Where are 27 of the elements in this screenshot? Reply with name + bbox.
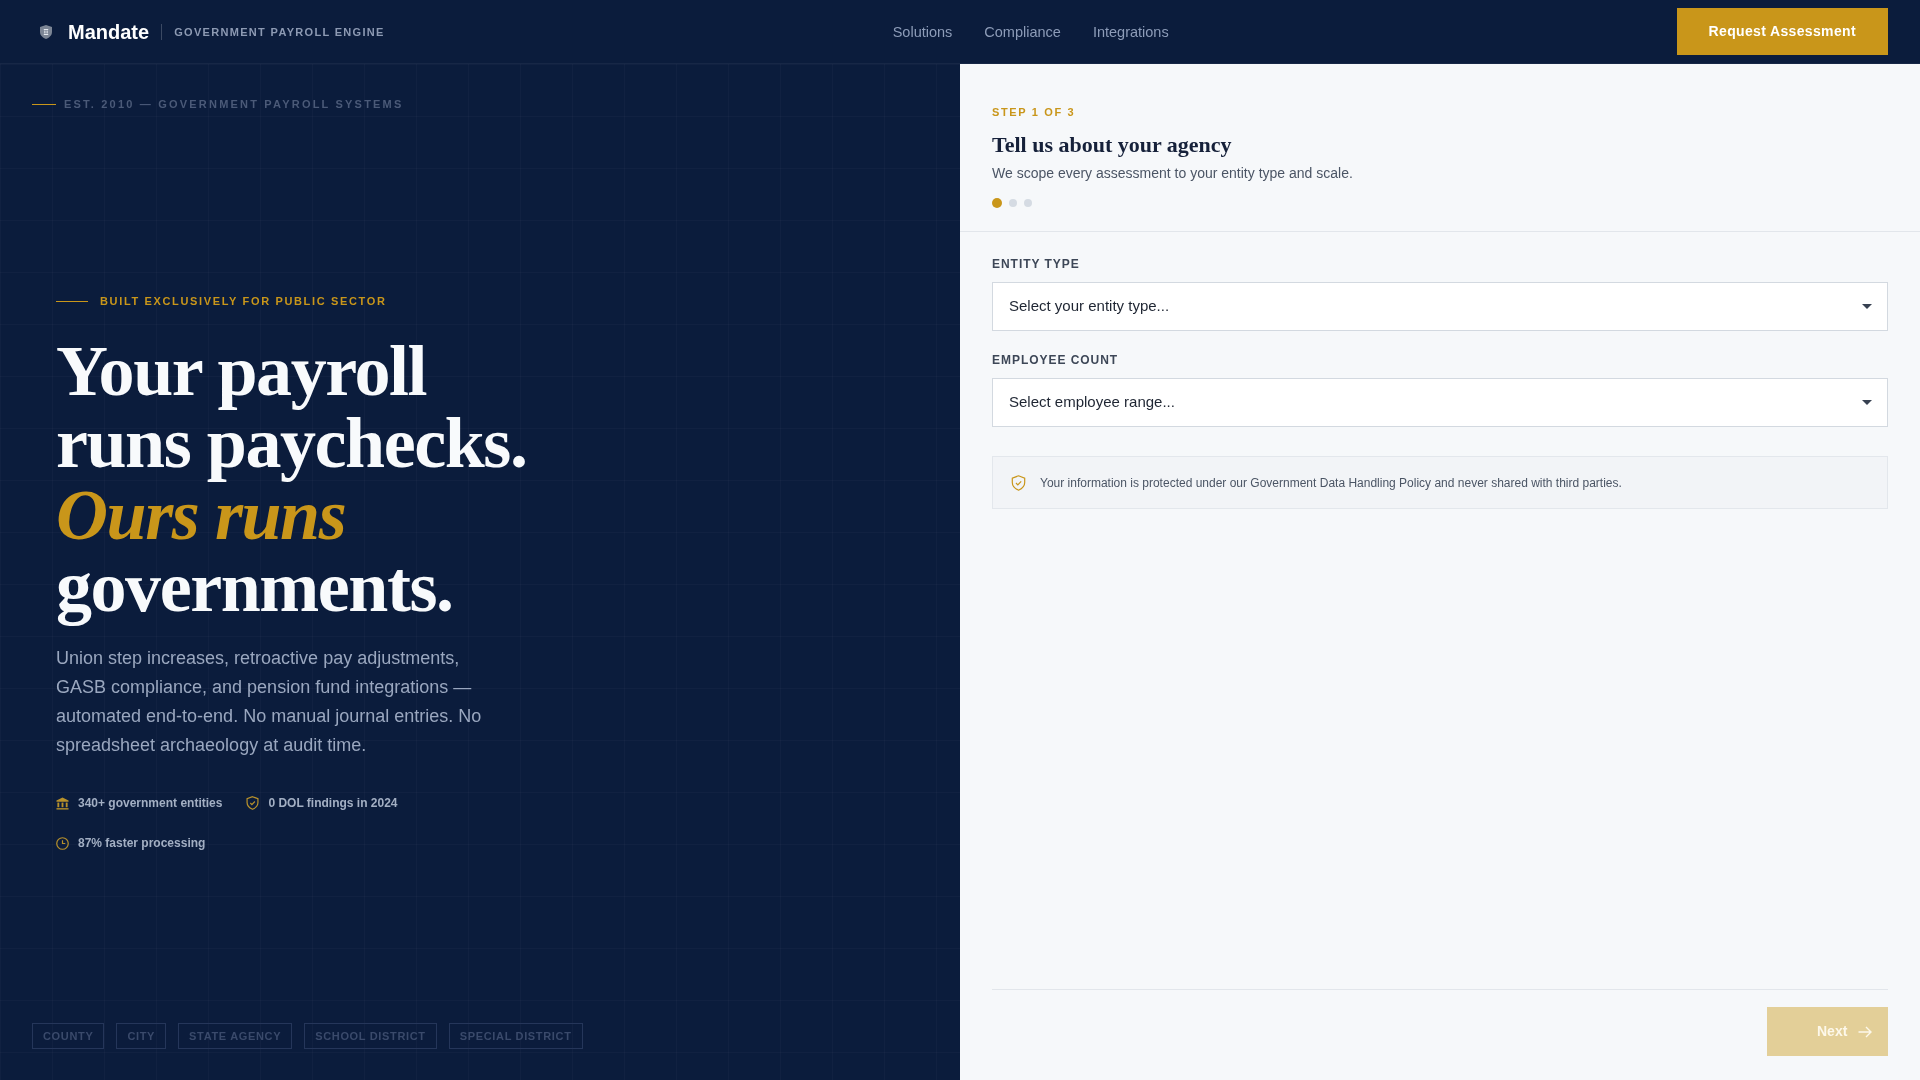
notice-text: Your information is protected under our Government Data Handling Policy and never shared with third parties.: [1040, 474, 1622, 491]
nav-link[interactable]: Integrations: [1092, 21, 1169, 42]
field-label: ENTITY TYPE: [992, 256, 1080, 272]
brand-name: Mandate: [68, 19, 150, 45]
stat-text: 0 DOL findings in 2024: [268, 795, 398, 811]
field-label: EMPLOYEE COUNT: [992, 352, 1119, 368]
hero-description: Union step increases, retroactive pay adjustments, GASB compliance, and pension fund integrations — automated end-to-end. No manual journal entries. No spreadsheet archaeology at audit time.: [56, 647, 483, 757]
clock-icon: [56, 836, 69, 850]
stat-text: 340+ government entities: [78, 795, 223, 811]
select-field[interactable]: Select your entity type...: [992, 282, 1888, 331]
form-subtitle: We scope every assessment to your entity type and scale.: [992, 164, 1353, 183]
nav-link[interactable]: Solutions: [892, 21, 953, 42]
form-title: Tell us about your agency: [992, 131, 1232, 159]
arrow-right-icon: [1858, 1025, 1873, 1038]
shield-logo-icon: [40, 24, 52, 39]
caret-icon: [1862, 304, 1872, 309]
building-icon: [56, 796, 69, 810]
nav-link[interactable]: Compliance: [984, 21, 1061, 42]
shield-check-icon: [246, 796, 260, 810]
caret-icon: [1862, 400, 1872, 405]
brand-tagline: GOVERNMENT PAYROLL ENGINE: [174, 24, 385, 40]
stat-text: 87% faster processing: [78, 835, 206, 851]
shield-check-icon: [1011, 474, 1026, 491]
established-label: EST. 2010 — GOVERNMENT PAYROLL SYSTEMS: [64, 97, 404, 112]
step-label: STEP 1 OF 3: [992, 105, 1076, 120]
eyebrow-label: BUILT EXCLUSIVELY FOR PUBLIC SECTOR: [100, 294, 387, 309]
select-field[interactable]: Select employee range...: [992, 378, 1888, 427]
